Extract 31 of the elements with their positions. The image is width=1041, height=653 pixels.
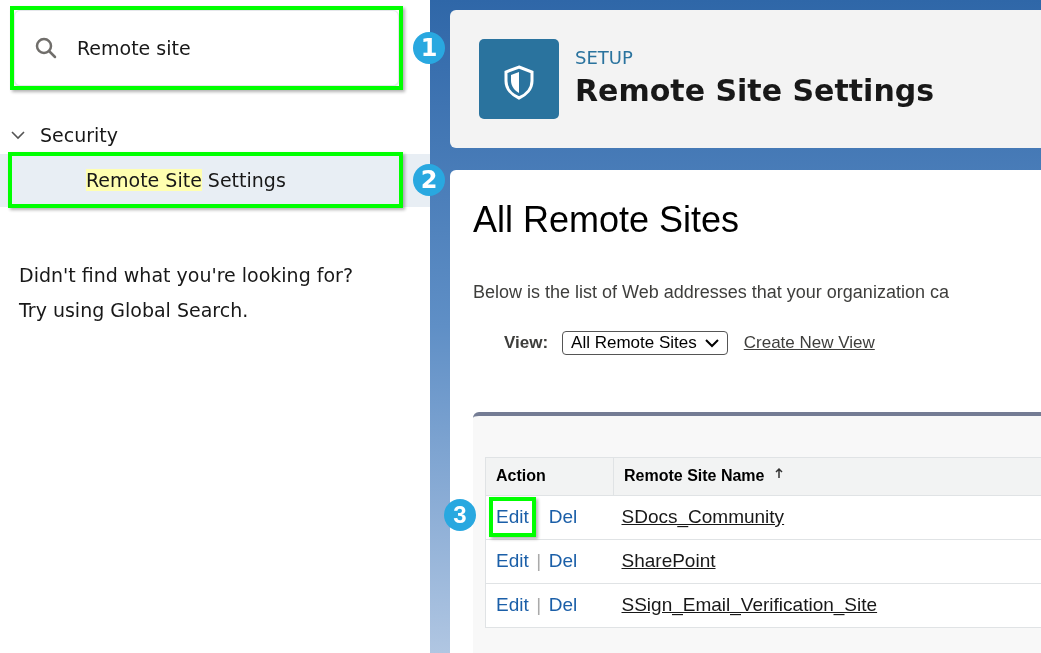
eyebrow-label: SETUP — [575, 46, 634, 70]
page-title: Remote Site Settings — [575, 72, 935, 110]
separator: | — [535, 548, 543, 573]
shield-icon — [479, 39, 559, 119]
view-label: View: — [504, 332, 549, 354]
description-text: Below is the list of Web addresses that your organization ca — [473, 281, 950, 304]
highlight-frame — [489, 496, 536, 538]
separator: | — [535, 592, 543, 617]
delete-link[interactable]: Del — [548, 505, 578, 527]
view-dropdown[interactable]: All Remote Sites — [562, 330, 728, 355]
site-name-link[interactable]: SharePoint — [621, 549, 716, 571]
edit-link[interactable]: Edit — [496, 593, 529, 615]
column-header[interactable]: Remote Site Name — [613, 457, 1041, 495]
site-name-link[interactable]: SSign_Email_Verification_Site — [621, 593, 878, 615]
delete-link[interactable]: Del — [548, 549, 578, 571]
help-text: Try using Global Search. — [19, 298, 250, 323]
callout-badge: 1 — [413, 32, 445, 64]
column-header[interactable]: Action — [485, 457, 614, 495]
create-view-link[interactable]: Create New View — [743, 330, 875, 356]
search-icon — [34, 36, 58, 60]
section-title: All Remote Sites — [473, 198, 741, 242]
help-text: Didn't find what you're looking for? — [19, 263, 354, 288]
site-name-link[interactable]: SDocs_Community — [621, 505, 785, 527]
delete-link[interactable]: Del — [548, 593, 578, 615]
edit-link[interactable]: Edit — [496, 549, 529, 571]
caret-icon — [704, 337, 719, 348]
search-field[interactable]: Remote site — [14, 10, 399, 86]
sort-arrow-icon — [774, 467, 783, 479]
callout-badge: 3 — [444, 498, 476, 531]
tree-group[interactable]: Security — [0, 119, 430, 151]
edit-link[interactable]: Edit — [496, 505, 529, 527]
